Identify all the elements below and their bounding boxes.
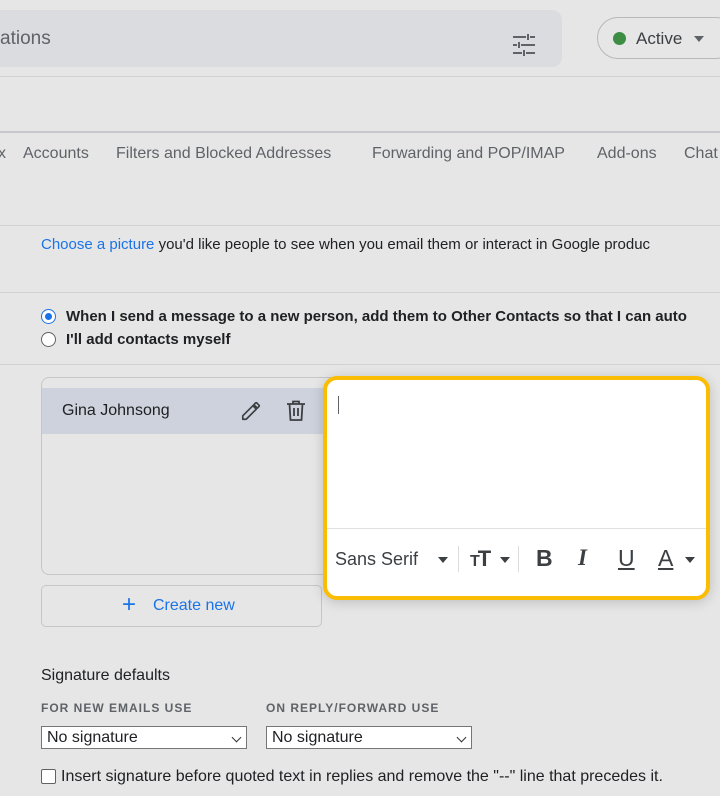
status-button[interactable]: Active <box>597 17 720 59</box>
delete-icon[interactable] <box>286 400 306 427</box>
font-size-icon[interactable]: TT <box>470 546 491 572</box>
reply-forward-select[interactable]: No signature <box>266 726 472 749</box>
signature-list: Gina Johnsong <box>41 377 341 575</box>
tab-chat[interactable]: Chat <box>684 145 718 163</box>
auto-add-radio[interactable] <box>41 309 56 324</box>
toolbar-separator <box>458 546 459 572</box>
chevron-down-icon[interactable] <box>438 557 448 563</box>
reply-forward-label: ON REPLY/FORWARD USE <box>266 701 440 715</box>
divider <box>0 76 720 77</box>
search-text: ations <box>0 28 51 49</box>
divider <box>0 292 720 293</box>
divider <box>0 131 720 133</box>
divider <box>0 225 720 226</box>
create-new-label: Create new <box>153 597 235 614</box>
text-cursor <box>338 396 339 414</box>
text-color-button[interactable]: A <box>658 545 673 572</box>
chevron-down-icon <box>694 36 704 42</box>
tab-forwarding[interactable]: Forwarding and POP/IMAP <box>372 145 565 163</box>
underline-button[interactable]: U <box>618 545 635 572</box>
divider <box>0 364 720 365</box>
picture-description: you'd like people to see when you email … <box>154 236 651 253</box>
signature-name: Gina Johnsong <box>62 402 170 419</box>
toolbar-separator <box>518 546 519 572</box>
tab-inbox[interactable]: x <box>0 145 6 163</box>
italic-button[interactable]: I <box>578 545 587 571</box>
chevron-down-icon[interactable] <box>500 557 510 563</box>
tab-filters[interactable]: Filters and Blocked Addresses <box>116 145 331 163</box>
tab-addons[interactable]: Add-ons <box>597 145 657 163</box>
auto-add-label: When I send a message to a new person, a… <box>66 308 687 325</box>
new-emails-select[interactable]: No signature <box>41 726 247 749</box>
chevron-down-icon[interactable] <box>685 557 695 563</box>
formatting-toolbar: Sans Serif TT B I U A <box>327 529 706 589</box>
chevron-down-icon <box>231 732 242 743</box>
list-item[interactable]: Gina Johnsong <box>42 388 340 434</box>
chevron-down-icon <box>456 732 467 743</box>
status-dot-icon <box>613 32 626 45</box>
status-label: Active <box>636 29 683 48</box>
insert-signature-checkbox[interactable] <box>41 769 56 784</box>
font-select[interactable]: Sans Serif <box>335 549 418 570</box>
tab-accounts[interactable]: Accounts <box>23 145 89 163</box>
insert-signature-label: Insert signature before quoted text in r… <box>61 768 663 785</box>
new-emails-label: FOR NEW EMAILS USE <box>41 701 193 715</box>
plus-icon: + <box>122 591 137 618</box>
search-options-icon[interactable] <box>512 34 536 61</box>
edit-icon[interactable] <box>240 400 262 427</box>
search-bar[interactable]: ations <box>0 10 562 67</box>
signature-defaults-title: Signature defaults <box>41 667 170 684</box>
create-new-button[interactable]: + Create new <box>41 585 322 627</box>
manual-add-label: I'll add contacts myself <box>66 331 231 348</box>
choose-picture-link[interactable]: Choose a picture <box>41 236 154 253</box>
reply-forward-value: No signature <box>272 729 363 746</box>
bold-button[interactable]: B <box>536 545 553 572</box>
signature-editor[interactable]: Sans Serif TT B I U A <box>323 376 710 600</box>
picture-setting: Choose a picture you'd like people to se… <box>41 236 650 253</box>
manual-add-radio[interactable] <box>41 332 56 347</box>
new-emails-value: No signature <box>47 729 138 746</box>
